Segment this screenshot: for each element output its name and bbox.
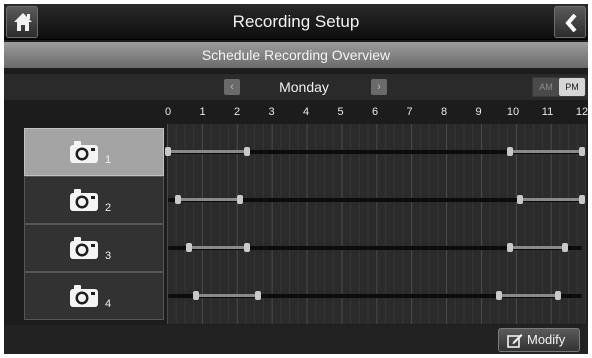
schedule-segment bbox=[195, 294, 258, 297]
schedule-handle[interactable] bbox=[579, 147, 585, 156]
hour-label: 1 bbox=[199, 106, 206, 118]
camera-number: 4 bbox=[105, 298, 112, 310]
schedule-handle[interactable] bbox=[244, 147, 251, 156]
camera-item[interactable]: 1 bbox=[24, 128, 164, 176]
schedule-segment bbox=[509, 150, 582, 153]
schedule-handle[interactable] bbox=[506, 243, 513, 252]
schedule-segment bbox=[188, 246, 248, 249]
camera-icon bbox=[70, 285, 98, 307]
bottom-bar: Modify bbox=[4, 325, 588, 354]
schedule-handle[interactable] bbox=[165, 147, 171, 156]
schedule-handle[interactable] bbox=[496, 291, 503, 300]
camera-icon-wrapper bbox=[69, 284, 101, 313]
recording-setup-screen: Recording Setup Schedule Recording Overv… bbox=[4, 4, 588, 354]
chevron-left-icon bbox=[565, 14, 577, 32]
hour-label: 10 bbox=[506, 106, 520, 118]
camera-icon bbox=[70, 141, 98, 163]
modify-button[interactable]: Modify bbox=[498, 328, 580, 352]
hour-scale: 0 1 2 3 4 5 6 7 8 9 10 11 12 bbox=[4, 106, 588, 124]
camera-icon-wrapper bbox=[69, 188, 101, 217]
camera-item[interactable]: 3 bbox=[24, 224, 164, 272]
camera-number: 3 bbox=[105, 250, 112, 262]
schedule-handle[interactable] bbox=[237, 195, 244, 204]
modify-label: Modify bbox=[527, 332, 566, 347]
hour-label: 11 bbox=[541, 106, 554, 118]
am-pm-toggle[interactable]: AM PM bbox=[532, 77, 586, 97]
day-label: Monday bbox=[279, 79, 329, 95]
camera-icon bbox=[70, 189, 98, 211]
pm-option[interactable]: PM bbox=[559, 78, 585, 96]
previous-day-button[interactable]: ‹ bbox=[224, 79, 240, 95]
schedule-handle[interactable] bbox=[175, 195, 182, 204]
schedule-segment bbox=[499, 294, 558, 297]
camera-icon-wrapper bbox=[69, 140, 101, 169]
schedule-handle[interactable] bbox=[254, 291, 261, 300]
schedule-handle[interactable] bbox=[185, 243, 192, 252]
am-option[interactable]: AM bbox=[533, 78, 559, 96]
camera-item[interactable]: 2 bbox=[24, 176, 164, 224]
schedule-handle[interactable] bbox=[192, 291, 199, 300]
hour-label: 12 bbox=[575, 106, 588, 118]
schedule-handle[interactable] bbox=[561, 243, 568, 252]
hour-label: 8 bbox=[440, 106, 448, 118]
hour-label: 7 bbox=[406, 106, 413, 118]
schedule-overview-title: Schedule Recording Overview bbox=[4, 42, 588, 68]
hour-label: 6 bbox=[371, 106, 379, 118]
schedule-segment bbox=[509, 246, 565, 249]
schedule-segment bbox=[168, 150, 248, 153]
schedule-segment bbox=[519, 198, 582, 201]
hour-label: 9 bbox=[475, 106, 482, 118]
hour-label: 4 bbox=[302, 106, 310, 118]
schedule-segment bbox=[178, 198, 241, 201]
schedule-handle[interactable] bbox=[506, 147, 513, 156]
hour-label: 3 bbox=[268, 106, 275, 118]
camera-item[interactable]: 4 bbox=[24, 272, 164, 320]
schedule-handle[interactable] bbox=[244, 243, 251, 252]
edit-icon bbox=[507, 334, 523, 348]
back-button[interactable] bbox=[554, 6, 586, 38]
camera-icon-wrapper bbox=[69, 236, 101, 265]
header-bar: Recording Setup bbox=[4, 4, 588, 40]
hour-label: 5 bbox=[337, 106, 344, 118]
schedule-handle[interactable] bbox=[516, 195, 523, 204]
day-navigation: ‹ Monday › AM PM bbox=[4, 74, 588, 100]
next-day-button[interactable]: › bbox=[371, 79, 387, 95]
schedule-handle[interactable] bbox=[579, 195, 585, 204]
hour-label: 2 bbox=[233, 106, 241, 118]
camera-number: 2 bbox=[105, 202, 112, 214]
page-title: Recording Setup bbox=[232, 12, 360, 31]
hour-label: 0 bbox=[164, 106, 172, 118]
schedule-handle[interactable] bbox=[554, 291, 561, 300]
camera-icon bbox=[70, 237, 98, 259]
camera-number: 1 bbox=[105, 154, 112, 166]
